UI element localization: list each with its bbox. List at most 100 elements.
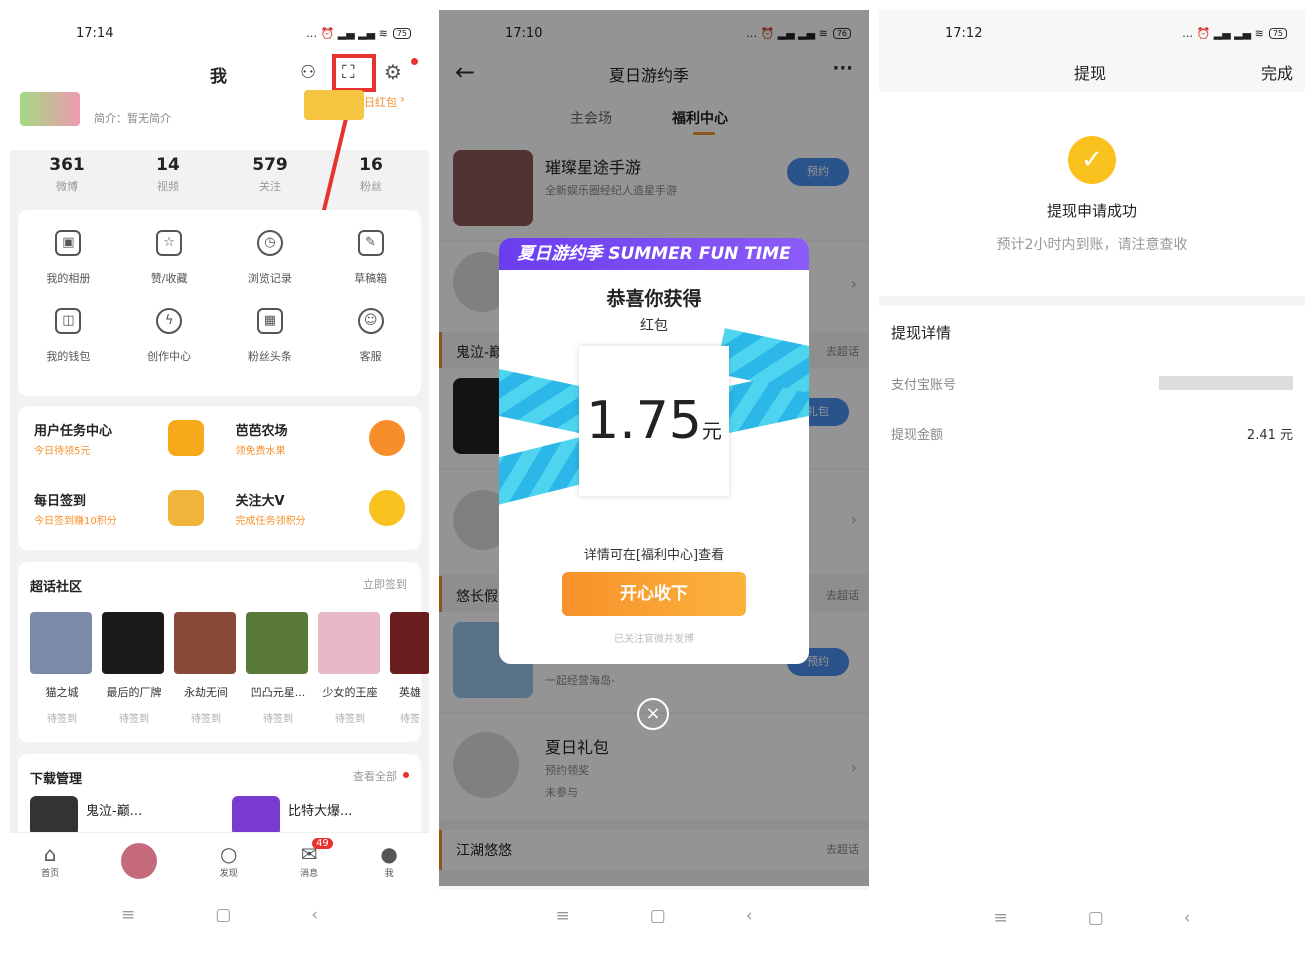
message-badge: 49	[312, 838, 333, 849]
stat-num: 14	[156, 155, 180, 175]
task-sub: 今日签到赚10积分	[34, 516, 117, 527]
avatar[interactable]	[20, 92, 80, 126]
grid-service[interactable]: ☺ 客服	[320, 308, 421, 364]
community-status: 待签到	[263, 714, 293, 725]
stat-follow[interactable]: 579 关注	[220, 155, 320, 194]
community-name: 少女的王座	[322, 686, 378, 699]
alipay-label: 支付宝账号	[891, 378, 957, 393]
redpacket-image[interactable]	[304, 90, 364, 120]
grid-label: 浏览记录	[247, 272, 292, 285]
system-nav: ≡ ▢ ‹	[10, 888, 429, 942]
page-title: 提现	[1074, 64, 1107, 83]
tab-label: 我	[384, 869, 394, 879]
stat-weibo[interactable]: 361 微博	[17, 155, 117, 194]
stat-fans[interactable]: 16 粉丝	[321, 155, 421, 194]
task-farm[interactable]: 芭芭农场 领免费水果	[220, 406, 422, 476]
grid-history[interactable]: ◷ 浏览记录	[220, 230, 321, 286]
grid-creator[interactable]: ϟ 创作中心	[119, 308, 220, 364]
tools-grid: ▣ 我的相册 ☆ 赞/收藏 ◷ 浏览记录 ✎ 草稿箱 ◫ 我的钱包 ϟ 创作中心 ▦ 粉丝头条…	[18, 210, 421, 364]
menu-icon[interactable]: ≡	[555, 906, 569, 926]
download-item-name[interactable]: 比特大爆...	[288, 800, 352, 819]
grid-label: 粉丝头条	[247, 350, 292, 363]
add-friend-icon[interactable]: ⚇	[300, 62, 316, 83]
amount-row: 提现金额 2.41 元	[879, 410, 1305, 458]
system-nav: ≡ ▢ ‹	[439, 890, 869, 942]
chevron-right-icon: ›	[400, 92, 405, 106]
back-icon[interactable]: ‹	[1184, 908, 1191, 928]
tab-discover[interactable]: ○ 发现	[220, 842, 238, 879]
tab-avatar[interactable]	[121, 842, 158, 879]
grid-album[interactable]: ▣ 我的相册	[18, 230, 119, 286]
grid-fans-headline[interactable]: ▦ 粉丝头条	[220, 308, 321, 364]
download-game-icon	[232, 796, 280, 836]
divider	[879, 296, 1305, 306]
grid-drafts[interactable]: ✎ 草稿箱	[320, 230, 421, 286]
grid-wallet[interactable]: ◫ 我的钱包	[18, 308, 119, 364]
community-item[interactable]: 凹凸元星... 待签到	[246, 612, 310, 725]
home-square-icon[interactable]: ▢	[1088, 908, 1104, 928]
download-dot	[403, 772, 409, 778]
download-all-link[interactable]: 查看全部	[353, 768, 397, 784]
tab-me[interactable]: ● 我	[380, 842, 397, 879]
checkin-icon	[167, 490, 204, 526]
community-name: 英雄	[399, 686, 421, 699]
detail-title: 提现详情	[891, 324, 952, 342]
modal-congrats: 恭喜你获得	[606, 288, 702, 310]
community-status: 待签到	[191, 714, 221, 725]
tab-messages[interactable]: ✉ 消息 49	[300, 838, 333, 879]
amount-label: 提现金额	[891, 428, 944, 443]
accept-button[interactable]: 开心收下	[562, 572, 746, 616]
home-icon: ⌂	[43, 842, 57, 866]
clock-icon: ◷	[256, 230, 283, 256]
community-status: 待签	[400, 714, 420, 725]
done-button[interactable]: 完成	[1261, 60, 1293, 84]
community-title: 超话社区	[30, 580, 83, 595]
task-sub: 领免费水果	[235, 446, 286, 457]
grid-label: 我的相册	[46, 272, 91, 285]
amount-value: 2.41 元	[1246, 428, 1293, 443]
task-checkin[interactable]: 每日签到 今日签到赚10积分	[18, 476, 220, 546]
system-nav: ≡ ▢ ‹	[879, 894, 1305, 942]
community-item[interactable]: 少女的王座 待签到	[318, 612, 382, 725]
bulb-icon: ϟ	[156, 308, 183, 334]
stat-label: 关注	[259, 180, 281, 193]
community-cover	[30, 612, 92, 674]
settings-icon[interactable]: ⚙	[384, 60, 402, 84]
task-center[interactable]: 用户任务中心 今日待领5元	[18, 406, 220, 476]
task-follow-v[interactable]: 关注大V 完成任务领积分	[220, 476, 422, 546]
stat-num: 16	[359, 155, 383, 175]
menu-icon[interactable]: ≡	[993, 908, 1007, 928]
menu-icon[interactable]: ≡	[121, 905, 135, 925]
tab-label: 首页	[41, 869, 60, 879]
status-bar: 17:14 … ⏰ ▂▄ ▂▄ ≋ 75	[10, 10, 429, 56]
status-bar: 17:12 … ⏰ ▂▄ ▂▄ ≋ 75	[879, 10, 1305, 56]
community-item[interactable]: 永劫无间 待签到	[174, 612, 238, 725]
success-check-icon: ✓	[1068, 136, 1116, 184]
download-item-name[interactable]: 鬼泣-巅...	[86, 800, 142, 819]
community-cover	[246, 612, 308, 674]
stat-video[interactable]: 14 视频	[118, 155, 218, 194]
phone-withdraw: 17:12 … ⏰ ▂▄ ▂▄ ≋ 75 提现 完成 ✓ 提现申请成功 预计2小…	[879, 10, 1305, 942]
service-icon: ☺	[357, 308, 384, 334]
star-icon: ☆	[156, 230, 183, 256]
community-item[interactable]: 最后的厂牌 待签到	[102, 612, 166, 725]
community-checkin-link[interactable]: 立即签到	[363, 576, 407, 592]
modal-detail: 详情可在[福利中心]查看	[583, 548, 725, 563]
battery-icon: 75	[1268, 27, 1287, 39]
home-square-icon[interactable]: ▢	[650, 906, 666, 926]
community-item[interactable]: 猫之城 待签到	[30, 612, 94, 725]
draft-icon: ✎	[357, 230, 384, 256]
back-icon[interactable]: ‹	[746, 906, 753, 926]
tasks-card: 用户任务中心 今日待领5元 芭芭农场 领免费水果 每日签到 今日签到赚10积分 关注大…	[18, 406, 421, 550]
redpacket-text[interactable]: 日红包	[364, 94, 397, 110]
scan-icon[interactable]: ⛶	[342, 62, 355, 83]
close-icon[interactable]: ×	[637, 698, 669, 730]
grid-likes[interactable]: ☆ 赞/收藏	[119, 230, 220, 286]
tab-home[interactable]: ⌂ 首页	[41, 842, 59, 879]
home-square-icon[interactable]: ▢	[215, 905, 231, 925]
download-title: 下载管理	[30, 772, 83, 787]
community-item[interactable]: 英雄 待签	[390, 612, 429, 725]
bottom-tabbar: ⌂ 首页 ○ 发现 ✉ 消息 49 ● 我	[10, 832, 429, 888]
back-icon[interactable]: ‹	[311, 905, 318, 925]
tools-card: ▣ 我的相册 ☆ 赞/收藏 ◷ 浏览记录 ✎ 草稿箱 ◫ 我的钱包 ϟ 创作中心 ▦ 粉丝头条…	[18, 210, 421, 396]
